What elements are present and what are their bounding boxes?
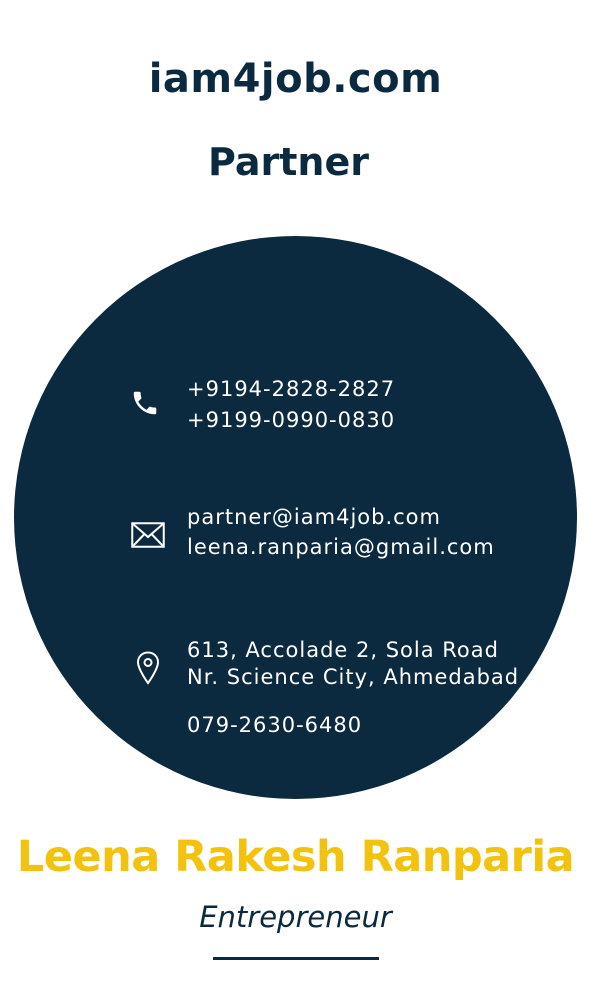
phone-number-2[interactable]: +9199-0990-0830 xyxy=(187,405,395,436)
person-title: Entrepreneur xyxy=(199,900,392,934)
person-name: Leena Rakesh Ranparia xyxy=(16,832,575,882)
title-underline xyxy=(213,957,379,960)
brand-title: iam4job.com xyxy=(148,56,443,102)
role-title: Partner xyxy=(208,140,369,184)
location-pin-icon xyxy=(136,651,160,685)
address-line-2: Nr. Science City, Ahmedabad xyxy=(187,665,520,689)
phone-icon xyxy=(130,388,160,418)
envelope-icon xyxy=(131,522,165,548)
landline-number[interactable]: 079-2630-6480 xyxy=(187,710,362,741)
email-1[interactable]: partner@iam4job.com xyxy=(187,502,441,533)
email-2[interactable]: leena.ranparia@gmail.com xyxy=(187,532,495,563)
phone-number-1[interactable]: +9194-2828-2827 xyxy=(187,374,395,405)
